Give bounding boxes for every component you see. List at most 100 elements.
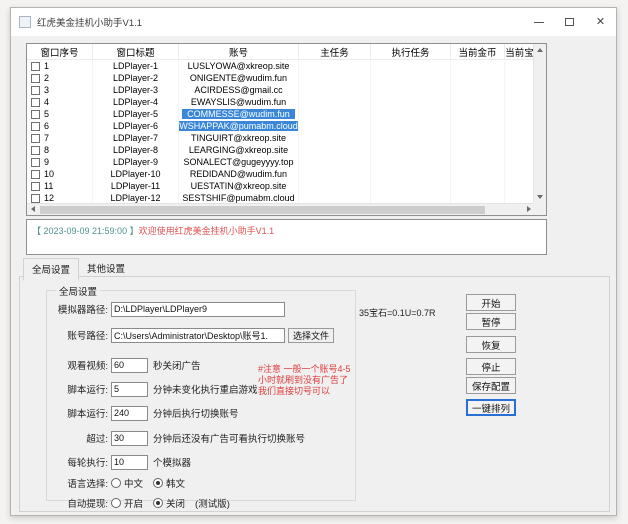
watch-video-suffix: 秒关闭广告 <box>153 358 201 372</box>
auto-withdraw-option-on[interactable]: 开启 <box>111 496 143 510</box>
account-cell: TINGUIRT@xkreop.site <box>186 133 291 143</box>
auto-withdraw-on-label: 开启 <box>124 496 143 510</box>
table-row[interactable]: 9LDPlayer-9SONALECT@gugeyyyy.top <box>27 156 546 168</box>
empty-cell <box>299 180 371 192</box>
column-header[interactable]: 主任务 <box>299 44 371 59</box>
tab-other-settings[interactable]: 其他设置 <box>79 258 133 280</box>
account-cell: LEARGING@xkreop.site <box>184 145 293 155</box>
scroll-down-icon[interactable] <box>537 195 543 199</box>
row-checkbox[interactable] <box>31 98 40 107</box>
empty-cell <box>451 72 505 84</box>
window-title-cell: LDPlayer-10 <box>93 168 179 180</box>
per-round-input[interactable] <box>111 455 148 470</box>
window-title-cell: LDPlayer-1 <box>93 60 179 72</box>
per-round-row: 每轮执行: 个模拟器 <box>31 454 191 470</box>
window-number: 10 <box>44 169 54 179</box>
script-switch-label: 脚本运行: <box>31 406 108 420</box>
script-restart-row: 脚本运行: 分钟未变化执行重启游戏 <box>31 381 258 397</box>
scroll-left-icon[interactable] <box>31 206 35 212</box>
empty-cell <box>299 120 371 132</box>
resume-button[interactable]: 恢复 <box>466 336 516 353</box>
language-option-korean[interactable]: 韩文 <box>153 476 185 490</box>
window-title-cell: LDPlayer-9 <box>93 156 179 168</box>
column-header[interactable]: 当前宝 <box>505 44 535 59</box>
table-row[interactable]: 8LDPlayer-8LEARGING@xkreop.site <box>27 144 546 156</box>
column-header[interactable]: 当前金币 <box>451 44 505 59</box>
script-switch-input[interactable] <box>111 406 148 421</box>
minimize-button[interactable] <box>523 8 554 36</box>
choose-file-button[interactable]: 选择文件 <box>288 328 334 343</box>
scroll-up-icon[interactable] <box>537 48 543 52</box>
row-checkbox[interactable] <box>31 146 40 155</box>
table-row[interactable]: 1LDPlayer-1LUSLYOWA@xkreop.site <box>27 60 546 72</box>
table-horizontal-scrollbar[interactable] <box>27 203 535 215</box>
horizontal-scroll-thumb[interactable] <box>40 206 485 214</box>
save-config-button[interactable]: 保存配置 <box>466 377 516 394</box>
tab-global-settings[interactable]: 全局设置 <box>23 258 79 281</box>
column-header[interactable]: 窗口标题 <box>93 44 179 59</box>
row-checkbox[interactable] <box>31 62 40 71</box>
account-cell: ONIGENTE@wudim.fun <box>185 73 292 83</box>
scrollbar-corner <box>533 203 546 215</box>
auto-withdraw-option-off[interactable]: 关闭 <box>153 496 185 510</box>
table-row[interactable]: 6LDPlayer-6WSHAPPAK@pumabm.cloud <box>27 120 546 132</box>
table-row[interactable]: 4LDPlayer-4EWAYSLIS@wudim.fun <box>27 96 546 108</box>
arrange-button[interactable]: 一键排列 <box>466 399 516 416</box>
table-row[interactable]: 3LDPlayer-3ACIRDESS@gmail.cc <box>27 84 546 96</box>
empty-cell <box>505 168 535 180</box>
row-checkbox[interactable] <box>31 86 40 95</box>
script-switch-suffix: 分钟后执行切换账号 <box>153 406 239 420</box>
table-row[interactable]: 7LDPlayer-7TINGUIRT@xkreop.site <box>27 132 546 144</box>
rate-text: 35宝石=0.1U=0.7R <box>359 306 436 319</box>
language-option-chinese-label: 中文 <box>124 476 143 490</box>
row-checkbox[interactable] <box>31 110 40 119</box>
row-checkbox[interactable] <box>31 182 40 191</box>
window-title: 红虎美金挂机小助手V1.1 <box>37 15 142 29</box>
language-label: 语言选择: <box>31 476 108 490</box>
table-header: 窗口序号窗口标题账号主任务执行任务当前金币当前宝 <box>27 44 546 60</box>
row-checkbox[interactable] <box>31 134 40 143</box>
table-row[interactable]: 10LDPlayer-10REDIDAND@wudim.fun <box>27 168 546 180</box>
pause-button[interactable]: 暂停 <box>466 313 516 330</box>
auto-withdraw-row: 自动提现: 开启 关闭 (测试版) <box>31 495 230 511</box>
table-vertical-scrollbar[interactable] <box>533 44 546 203</box>
emulator-path-input[interactable] <box>111 302 285 317</box>
empty-cell <box>299 156 371 168</box>
stop-button[interactable]: 停止 <box>466 358 516 375</box>
start-button[interactable]: 开始 <box>466 294 516 311</box>
language-option-chinese[interactable]: 中文 <box>111 476 143 490</box>
empty-cell <box>299 144 371 156</box>
row-checkbox[interactable] <box>31 194 40 203</box>
row-checkbox[interactable] <box>31 158 40 167</box>
column-header[interactable]: 账号 <box>179 44 299 59</box>
radio-selected-icon <box>153 478 163 488</box>
window-number: 1 <box>44 61 49 71</box>
account-path-input[interactable] <box>111 328 285 343</box>
row-checkbox[interactable] <box>31 170 40 179</box>
scroll-right-icon[interactable] <box>527 206 531 212</box>
account-cell: UESTATIN@xkreop.site <box>186 181 292 191</box>
close-button[interactable]: ✕ <box>585 8 616 36</box>
column-header[interactable]: 执行任务 <box>371 44 451 59</box>
app-icon <box>19 16 31 28</box>
empty-cell <box>505 132 535 144</box>
maximize-button[interactable] <box>554 8 585 36</box>
empty-cell <box>371 132 451 144</box>
over-no-ads-label: 超过: <box>31 431 108 445</box>
window-title-cell: LDPlayer-11 <box>93 180 179 192</box>
empty-cell <box>299 96 371 108</box>
table-row[interactable]: 2LDPlayer-2ONIGENTE@wudim.fun <box>27 72 546 84</box>
column-header[interactable]: 窗口序号 <box>27 44 93 59</box>
script-restart-suffix: 分钟未变化执行重启游戏 <box>153 382 258 396</box>
window-number: 7 <box>44 133 49 143</box>
row-checkbox[interactable] <box>31 122 40 131</box>
over-no-ads-input[interactable] <box>111 431 148 446</box>
watch-video-input[interactable] <box>111 358 148 373</box>
account-cell: SESTSHIF@pumabm.cloud <box>179 193 299 203</box>
empty-cell <box>299 168 371 180</box>
row-checkbox[interactable] <box>31 74 40 83</box>
script-restart-input[interactable] <box>111 382 148 397</box>
accounts-table: 窗口序号窗口标题账号主任务执行任务当前金币当前宝 1LDPlayer-1LUSL… <box>26 43 547 216</box>
table-row[interactable]: 11LDPlayer-11UESTATIN@xkreop.site <box>27 180 546 192</box>
table-row[interactable]: 5LDPlayer-5COMMESSE@wudim.fun <box>27 108 546 120</box>
